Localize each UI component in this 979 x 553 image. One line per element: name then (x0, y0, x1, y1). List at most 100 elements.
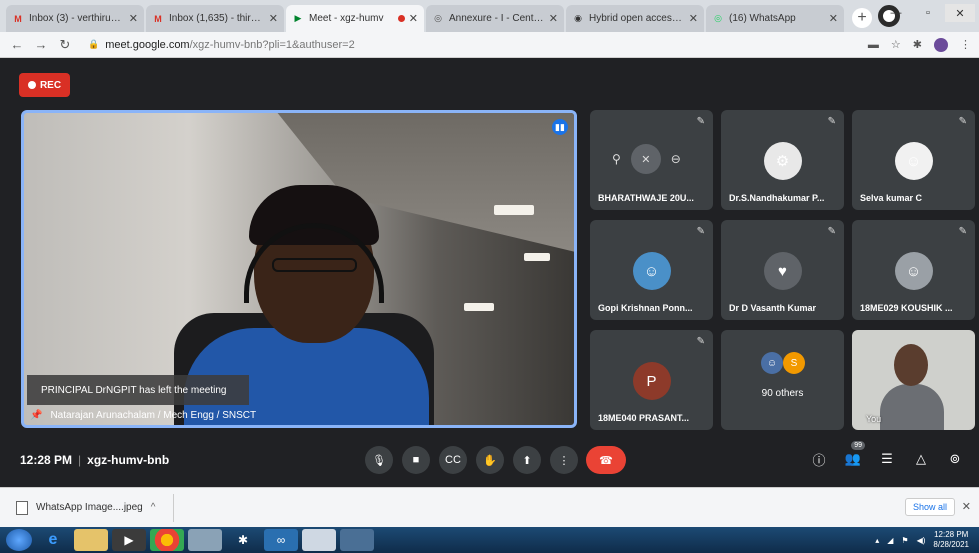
close-tab-icon[interactable]: ✕ (269, 12, 278, 25)
system-clock[interactable]: 12:28 PM 8/28/2021 (933, 530, 969, 550)
more-vert-icon: ⋮ (558, 454, 570, 467)
chrome-icon[interactable] (150, 529, 184, 551)
participant-tile[interactable]: ✎ ☺ Selva kumar C (852, 110, 975, 210)
app-icon[interactable]: ∞ (264, 529, 298, 551)
recording-indicator[interactable]: REC (19, 73, 70, 97)
participant-avatar: ☺ (632, 252, 671, 290)
close-tab-icon[interactable]: ✕ (129, 12, 138, 25)
tray-arrow-icon[interactable]: ▴ (875, 536, 879, 545)
captions-button[interactable]: CC (439, 446, 467, 474)
downloads-bar: WhatsApp Image....jpeg ^ Show all ✕ (0, 487, 979, 527)
participant-tile[interactable]: You (852, 330, 975, 430)
glasses (272, 258, 357, 272)
participant-name: Selva kumar C (860, 193, 923, 203)
camera-button[interactable]: ■ (402, 446, 430, 474)
pin-icon[interactable]: ⚲ (612, 152, 621, 166)
volume-icon[interactable]: ◀) (917, 536, 926, 545)
activities-icon: △ (916, 451, 926, 466)
extensions-icon[interactable]: ✱ (913, 38, 922, 51)
more-options-button[interactable]: ⋮ (550, 446, 578, 474)
close-tab-icon[interactable]: ✕ (689, 12, 698, 25)
maximize-button[interactable]: ▫ (913, 4, 943, 22)
bookmark-star-icon[interactable]: ☆ (891, 38, 901, 51)
download-item[interactable]: WhatsApp Image....jpeg ^ (16, 493, 175, 522)
microphone-icon: 🎙 (372, 454, 386, 467)
remove-icon[interactable]: ⊖ (671, 152, 681, 166)
participant-tile[interactable]: ✎ ⚲ ✕ ⊖ BHARATHWAJE 20U... (590, 110, 713, 210)
bluetooth-icon[interactable]: ✱ (226, 529, 260, 551)
host-controls-button[interactable]: ⊚ (942, 446, 968, 472)
reload-icon[interactable]: ↻ (56, 37, 74, 53)
document-icon[interactable] (188, 529, 222, 551)
tab-favicon-icon: ▶ (294, 13, 302, 23)
participant-name: 18ME029 KOUSHIK ... (860, 303, 953, 313)
participant-count-badge: 99 (851, 441, 865, 450)
leave-call-button[interactable]: ☎ (586, 446, 626, 474)
address-bar[interactable]: 🔒 meet.google.com /xgz-humv-bnb?pli=1&au… (80, 35, 868, 55)
close-tab-icon[interactable]: ✕ (549, 12, 558, 25)
close-tab-icon[interactable]: ✕ (409, 12, 418, 25)
paint-icon[interactable] (302, 529, 336, 551)
participant-tile[interactable]: ✎ ⚙ Dr.S.Nandhakumar P... (721, 110, 844, 210)
mic-off-icon: ✎ (696, 116, 705, 127)
chat-button[interactable]: ☰ (874, 446, 900, 472)
raise-hand-button[interactable]: ✋ (476, 446, 504, 474)
account-avatar[interactable] (934, 37, 948, 52)
info-icon: ⓘ (812, 452, 826, 468)
browser-menu-icon[interactable]: ⋮ (960, 38, 971, 51)
participant-tile[interactable]: ✎ ☺ Gopi Krishnan Ponn... (590, 220, 713, 320)
browser-tab[interactable]: ◎ (16) WhatsApp ✕ (706, 5, 844, 32)
browser-tab[interactable]: ▶ Meet - xgz-humv ✕ (286, 5, 424, 32)
window-icon[interactable] (340, 529, 374, 551)
ie-icon[interactable]: e (36, 529, 70, 551)
tab-title: Meet - xgz-humv (309, 13, 384, 24)
new-tab-button[interactable]: + (852, 8, 872, 28)
forward-icon[interactable]: → (32, 37, 50, 52)
people-button[interactable]: 👥 99 (840, 441, 866, 472)
participant-avatar: ♥ (763, 252, 802, 290)
present-icon: ⬆ (522, 454, 532, 467)
pin-icon[interactable]: 📌 (30, 410, 42, 421)
participant-tile[interactable]: ✎ ☺ 18ME029 KOUSHIK ... (852, 220, 975, 320)
image-file-icon (16, 500, 28, 515)
meeting-code: xgz-humv-bnb (87, 453, 170, 467)
back-icon[interactable]: ← (8, 37, 26, 52)
close-window-button[interactable]: ✕ (945, 4, 975, 22)
url-host: meet.google.com (105, 38, 190, 51)
participant-avatar: P (632, 362, 671, 400)
close-tab-icon[interactable]: ✕ (829, 12, 838, 25)
activities-button[interactable]: △ (908, 446, 934, 472)
participant-tile[interactable]: ✎ P 18ME040 PRASANT... (590, 330, 713, 430)
camera-icon: ■ (412, 454, 420, 466)
signal-icon[interactable]: ◢ (887, 536, 893, 545)
participant-name: Gopi Krishnan Ponn... (598, 303, 693, 313)
meeting-details-button[interactable]: ⓘ (806, 446, 832, 472)
browser-tab[interactable]: ◉ Hybrid open access jo ✕ (566, 5, 704, 32)
participant-tile[interactable]: ☺ S 90 others (721, 330, 844, 430)
lock-icon: 🔒 (88, 39, 100, 49)
ceiling-light (494, 205, 534, 215)
explorer-icon[interactable] (74, 529, 108, 551)
participant-tile[interactable]: ✎ ♥ Dr D Vasanth Kumar (721, 220, 844, 320)
present-screen-button[interactable]: ⬆ (513, 446, 541, 474)
main-speaker-video[interactable]: ▮▮ PRINCIPAL DrNGPIT has left the meetin… (21, 110, 577, 428)
mute-participant-icon[interactable]: ✕ (630, 144, 661, 174)
start-button[interactable] (6, 529, 32, 551)
camera-in-use-icon[interactable]: ▬ (868, 39, 879, 51)
chevron-up-icon[interactable]: ^ (151, 502, 156, 513)
recording-dot-icon (397, 15, 405, 22)
minimize-button[interactable]: — (881, 4, 911, 22)
participant-avatar: ⚙ (763, 142, 802, 180)
browser-tab[interactable]: ◎ Annexure - I - Centre f ✕ (426, 5, 564, 32)
others-label: 90 others (761, 388, 804, 399)
rec-label: REC (39, 79, 62, 91)
close-icon[interactable]: ✕ (962, 500, 971, 513)
flag-icon[interactable]: ⚑ (901, 536, 908, 545)
left-meeting-toast: PRINCIPAL DrNGPIT has left the meeting (27, 375, 249, 405)
microphone-button[interactable]: 🎙 (365, 446, 393, 474)
browser-tab[interactable]: M Inbox (3) - verthirumal ✕ (6, 5, 144, 32)
show-all-button[interactable]: Show all (904, 498, 955, 516)
media-player-icon[interactable]: ▶ (112, 529, 146, 551)
clock-date: 8/28/2021 (933, 540, 969, 549)
browser-tab[interactable]: M Inbox (1,635) - thirumu ✕ (146, 5, 284, 32)
